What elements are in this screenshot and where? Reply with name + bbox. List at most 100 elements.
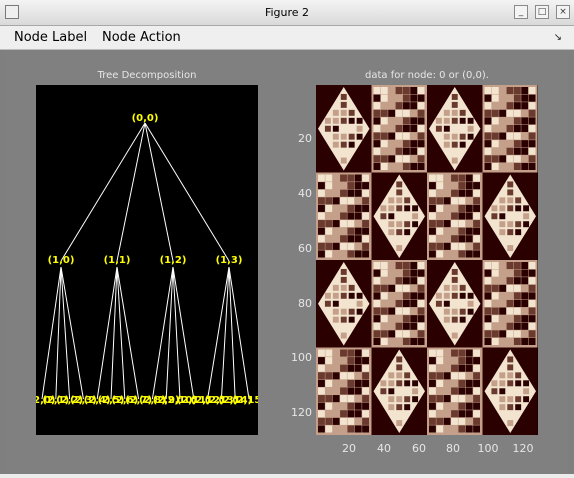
diamond-cell (451, 268, 458, 275)
menu-node-label[interactable]: Node Label (14, 30, 87, 45)
square-cell (513, 155, 521, 163)
square-cell (506, 330, 514, 338)
square-cell (465, 197, 473, 205)
square-cell (513, 292, 521, 300)
square-cell (380, 109, 388, 117)
square-cell (347, 410, 355, 418)
square-cell (484, 140, 492, 148)
diamond-cell (324, 292, 331, 299)
diamond-cell (467, 308, 474, 315)
square-cell (499, 284, 507, 292)
menu-node-action[interactable]: Node Action (102, 30, 181, 45)
square-cell (429, 417, 436, 425)
diamond-cell (515, 221, 522, 228)
square-cell (521, 162, 529, 170)
square-cell (318, 227, 325, 235)
square-cell (354, 395, 362, 403)
square-cell (362, 379, 369, 387)
square-cell (484, 307, 492, 315)
image-axes[interactable] (316, 85, 538, 435)
square-cell (491, 132, 499, 140)
square-cell (340, 410, 347, 418)
square-cell (347, 364, 355, 372)
square-cell (402, 124, 410, 133)
diamond-cell (348, 284, 355, 291)
diamond-cell (340, 276, 347, 283)
diamond-cell (332, 125, 339, 132)
tree-axes[interactable]: (0,0)(1,0)(1,1)(1,2)(1,3)(2,0)(2,1)(2,2)… (36, 85, 258, 435)
square-cell (347, 174, 355, 182)
square-cell (340, 425, 347, 433)
square-cell (528, 155, 536, 163)
square-cell (473, 235, 480, 243)
diamond-cell (412, 205, 419, 212)
diamond-tile (482, 172, 538, 260)
square-cell (410, 109, 418, 117)
square-cell (443, 220, 451, 228)
square-cell (465, 204, 473, 212)
square-cell (354, 227, 362, 235)
square-cell (340, 227, 347, 235)
square-cell (429, 372, 436, 380)
square-cell (354, 387, 362, 395)
diamond-cell (348, 316, 355, 323)
window-title: Figure 2 (264, 6, 310, 19)
diamond-cell (348, 133, 355, 140)
square-cell (451, 402, 458, 410)
diamond-cell (467, 300, 474, 307)
square-cell (388, 322, 396, 330)
square-cell (513, 277, 521, 285)
square-cell (473, 227, 480, 235)
diamond-cell (507, 245, 514, 252)
diamond-cell (332, 284, 339, 291)
diamond-cell (396, 372, 403, 379)
square-cell (458, 220, 466, 228)
square-cell (373, 102, 381, 110)
square-cell (465, 242, 473, 250)
square-cell (491, 147, 499, 155)
diamond-cell (491, 205, 498, 212)
diamond-cell (451, 332, 458, 339)
square-cell (410, 102, 418, 110)
square-cell (473, 395, 480, 403)
square-cell (484, 269, 492, 277)
square-cell (380, 147, 388, 155)
square-cell (443, 182, 451, 190)
maximize-button[interactable]: □ (535, 5, 549, 19)
square-cell (528, 337, 536, 345)
square-cell (362, 250, 369, 258)
square-cell (380, 87, 388, 95)
diamond-cell (443, 316, 450, 323)
square-cell (521, 307, 529, 315)
diamond-cell (396, 380, 403, 387)
dock-arrow-icon[interactable]: ↘ (554, 32, 562, 43)
diamond-cell (356, 117, 363, 124)
minimize-button[interactable]: _ (514, 5, 528, 19)
square-cell (521, 87, 529, 95)
square-cell (388, 124, 396, 133)
diamond-cell (459, 308, 466, 315)
diamond-cell (396, 396, 403, 403)
square-cell (499, 315, 507, 323)
diamond-cell (443, 109, 450, 116)
square-cell (436, 197, 444, 205)
square-cell (465, 189, 473, 197)
square-cell (402, 140, 410, 148)
square-cell (347, 425, 355, 433)
square-cell (362, 364, 369, 372)
square-cell (325, 395, 333, 403)
square-cell (380, 102, 388, 110)
square-cell (491, 124, 499, 133)
square-cell (484, 262, 492, 270)
x-tick-label: 40 (377, 442, 391, 455)
diamond-cell (396, 356, 403, 363)
square-cell (388, 147, 396, 155)
square-cell (436, 387, 444, 395)
square-cell (332, 242, 340, 250)
close-button[interactable]: × (556, 5, 570, 19)
diamond-cell (491, 213, 498, 220)
x-tick-label: 60 (412, 442, 426, 455)
diamond-cell (491, 380, 498, 387)
square-cell (347, 250, 355, 258)
square-cell (332, 235, 340, 243)
